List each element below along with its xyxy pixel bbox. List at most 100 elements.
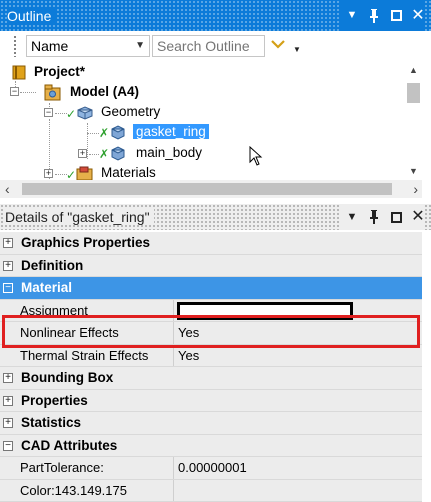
outline-pin-icon[interactable] [367,9,381,23]
materials-expand-toggle[interactable]: + [44,169,53,178]
details-title: Details of "gasket_ring" [5,209,154,225]
tree-label-geometry: Geometry [101,104,160,119]
property-name: Thermal Strain Effects [16,345,174,367]
section-material[interactable]: − Material [0,277,422,300]
scroll-up-icon[interactable]: ▲ [409,65,418,75]
expand-icon[interactable]: + [3,238,13,248]
section-properties[interactable]: + Properties [0,390,422,413]
section-bounding-box[interactable]: + Bounding Box [0,367,422,390]
outline-menu-dropdown-icon[interactable]: ▼ [345,10,359,21]
search-options-chevron-icon[interactable] [271,37,285,51]
materials-icon [76,166,94,180]
expand-icon[interactable]: + [3,418,13,428]
status-check-icon: ✓ [66,168,76,180]
outline-titlebar: Outline ▼ ✕ [0,0,431,31]
section-label: Material [21,280,72,295]
section-statistics[interactable]: + Statistics [0,412,422,435]
row-gutter [0,480,16,502]
details-menu-dropdown-icon[interactable]: ▼ [345,212,359,223]
section-label: Graphics Properties [21,235,150,250]
main-body-expand-toggle[interactable]: + [78,149,87,158]
section-label: Definition [21,258,83,273]
tree-label-main-body: main_body [136,145,202,160]
expand-icon[interactable]: + [3,396,13,406]
outline-title: Outline [7,8,55,24]
collapse-icon[interactable]: − [3,441,13,451]
outline-close-icon[interactable]: ✕ [411,8,425,24]
tree-label-project: Project* [34,64,85,79]
property-value[interactable]: 0.00000001 [174,457,422,479]
property-row-thermal-strain[interactable]: Thermal Strain Effects Yes [0,345,422,368]
section-definition[interactable]: + Definition [0,255,422,278]
tree-connector [89,154,99,155]
row-gutter [0,345,16,367]
property-row-color[interactable]: Color:143.149.175 [0,480,422,502]
section-label: Statistics [21,415,81,430]
property-row-part-tolerance[interactable]: PartTolerance: 0.00000001 [0,457,422,480]
toolbar-grip[interactable] [13,35,17,57]
details-maximize-icon[interactable] [389,212,403,223]
section-label: Bounding Box [21,370,113,385]
property-value[interactable]: Yes [174,345,422,367]
property-value-color[interactable] [174,480,422,502]
details-pin-icon[interactable] [367,210,381,224]
tree-label-model: Model (A4) [70,84,139,99]
section-cad-attributes[interactable]: − CAD Attributes [0,435,422,458]
filter-combobox[interactable]: Name ▼ [26,35,150,57]
expand-icon[interactable]: + [3,261,13,271]
property-name: Assignment [16,300,174,322]
model-collapse-toggle[interactable]: − [10,87,19,96]
status-check-icon: ✓ [66,107,76,121]
tree-item-model[interactable]: Model (A4) [44,83,184,103]
section-graphics-properties[interactable]: + Graphics Properties [0,232,422,255]
tree-horizontal-scrollbar[interactable]: ‹ › [0,180,422,198]
scroll-down-icon[interactable]: ▼ [409,166,418,176]
chevron-down-icon[interactable]: ▼ [135,40,145,51]
geometry-icon [76,105,94,120]
body-icon [110,125,126,140]
details-window-controls: ▼ ✕ [339,204,425,230]
outline-maximize-icon[interactable] [389,10,403,21]
property-row-assignment[interactable]: Assignment [0,300,422,323]
outline-toolbar: Name ▼ ▼ [0,31,431,61]
row-gutter [0,300,16,322]
tree-item-gasket-ring[interactable]: ✗ gasket_ring [99,123,219,143]
details-close-icon[interactable]: ✕ [411,209,425,225]
project-icon [12,65,26,80]
outline-window-controls: ▼ ✕ [339,0,425,31]
tree-connector [87,133,99,134]
expand-icon[interactable]: + [3,373,13,383]
filter-combobox-value: Name [31,38,68,54]
section-label: CAD Attributes [21,438,117,453]
scroll-thumb[interactable] [407,83,420,103]
search-outline-input[interactable] [152,35,265,57]
tree-vertical-scrollbar[interactable]: ▲ ▼ [405,61,422,180]
property-value[interactable]: Yes [174,322,422,344]
redacted-value [177,302,353,320]
scroll-thumb[interactable] [22,183,392,195]
property-row-nonlinear-effects[interactable]: Nonlinear Effects Yes [0,322,422,345]
body-icon [110,146,126,161]
mouse-cursor-icon [249,146,263,166]
scroll-left-icon[interactable]: ‹ [5,181,10,197]
tree-label-materials: Materials [101,165,156,180]
tree-item-project[interactable]: Project* [10,63,130,83]
property-name: Nonlinear Effects [16,322,174,344]
tree-label-gasket-ring: gasket_ring [133,124,209,139]
geometry-collapse-toggle[interactable]: − [44,108,53,117]
scroll-right-icon[interactable]: › [413,181,418,197]
tree-item-materials[interactable]: ✓ Materials [66,164,186,180]
details-titlebar: Details of "gasket_ring" ▼ ✕ [0,204,431,230]
model-icon [44,84,62,101]
details-property-grid: + Graphics Properties + Definition − Mat… [0,232,422,502]
toolbar-overflow-icon[interactable]: ▼ [293,45,301,54]
tree-connector [20,92,36,93]
tree-item-main-body[interactable]: ✗ main_body [99,144,239,164]
tree-item-geometry[interactable]: ✓ Geometry [66,103,186,123]
tree-connector [87,123,88,159]
row-gutter [0,322,16,344]
property-name: PartTolerance: [16,457,174,479]
collapse-icon[interactable]: − [3,283,13,293]
outline-tree: Project* − Model (A4) − ✓ Geometry ✗ [0,61,405,180]
property-name: Color:143.149.175 [16,480,174,502]
